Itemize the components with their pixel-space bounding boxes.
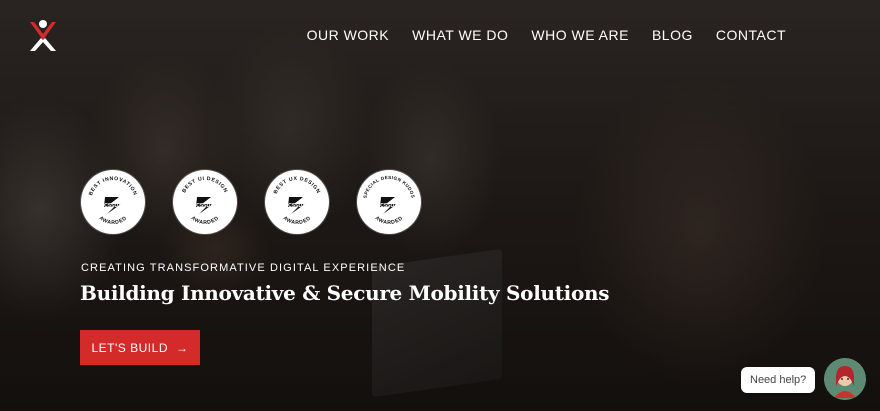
- award-badge-special-design-kudos: SPECIAL DESIGN KUDOS AWARDED CSSDA: [357, 170, 421, 234]
- nav-contact[interactable]: CONTACT: [716, 27, 786, 43]
- award-badge-best-ux-design: BEST UX DESIGN AWARDED CSSDA: [265, 170, 329, 234]
- award-badges: BEST INNOVATION AWARDED CSSDA BEST UI DE…: [81, 170, 421, 234]
- badge-bottom-text: AWARDED: [374, 215, 404, 226]
- chat-assistant-avatar[interactable]: [824, 358, 866, 400]
- assistant-avatar-icon: [824, 358, 866, 400]
- badge-top-text: BEST UX DESIGN: [273, 176, 321, 195]
- badge-brand-text: CSSDA: [196, 203, 214, 209]
- nav-blog[interactable]: BLOG: [652, 27, 693, 43]
- arrow-right-icon: →: [175, 340, 189, 355]
- nav-who-we-are[interactable]: WHO WE ARE: [531, 27, 629, 43]
- badge-top-text: BEST UI DESIGN: [181, 176, 228, 194]
- main-nav: OUR WORK WHAT WE DO WHO WE ARE BLOG CONT…: [307, 27, 786, 43]
- need-help-bubble[interactable]: Need help?: [741, 367, 816, 393]
- svg-text:AWARDED: AWARDED: [282, 215, 313, 226]
- award-badge-best-ui-design: BEST UI DESIGN AWARDED CSSDA: [173, 170, 237, 234]
- cta-label: LET'S BUILD: [91, 340, 168, 355]
- svg-text:BEST UX DESIGN: BEST UX DESIGN: [273, 176, 321, 195]
- svg-text:SPECIAL DESIGN KUDOS: SPECIAL DESIGN KUDOS: [362, 175, 415, 199]
- badge-brand-text: CSSDA: [380, 203, 398, 209]
- cssda-badge-icon: BEST UI DESIGN AWARDED CSSDA: [181, 176, 228, 226]
- nav-our-work[interactable]: OUR WORK: [307, 27, 390, 43]
- badge-top-text: BEST INNOVATION: [88, 176, 137, 197]
- badge-bottom-text: AWARDED: [282, 215, 312, 226]
- badge-bottom-text: AWARDED: [98, 215, 128, 226]
- cssda-badge-icon: BEST INNOVATION AWARDED CSSDA: [88, 176, 138, 226]
- cssda-badge-icon: SPECIAL DESIGN KUDOS AWARDED CSSDA: [362, 175, 415, 226]
- badge-brand-text: CSSDA: [288, 203, 306, 209]
- badge-brand-text: CSSDA: [104, 203, 122, 209]
- cssda-badge-icon: BEST UX DESIGN AWARDED CSSDA: [273, 176, 321, 226]
- svg-text:BEST INNOVATION: BEST INNOVATION: [88, 176, 138, 197]
- badge-bottom-text: AWARDED: [190, 215, 220, 226]
- brand-logo-icon[interactable]: [28, 18, 58, 52]
- svg-text:BEST UI DESIGN: BEST UI DESIGN: [181, 176, 228, 194]
- nav-what-we-do[interactable]: WHAT WE DO: [412, 27, 508, 43]
- svg-text:AWARDED: AWARDED: [98, 215, 129, 226]
- lets-build-button[interactable]: LET'S BUILD →: [80, 330, 200, 365]
- svg-text:AWARDED: AWARDED: [374, 215, 405, 226]
- badge-top-text: SPECIAL DESIGN KUDOS: [362, 175, 415, 199]
- svg-text:AWARDED: AWARDED: [190, 215, 221, 226]
- hero-eyebrow: CREATING TRANSFORMATIVE DIGITAL EXPERIEN…: [81, 262, 406, 274]
- award-badge-best-innovation: BEST INNOVATION AWARDED CSSDA: [81, 170, 145, 234]
- hero-headline: Building Innovative & Secure Mobility So…: [80, 281, 610, 305]
